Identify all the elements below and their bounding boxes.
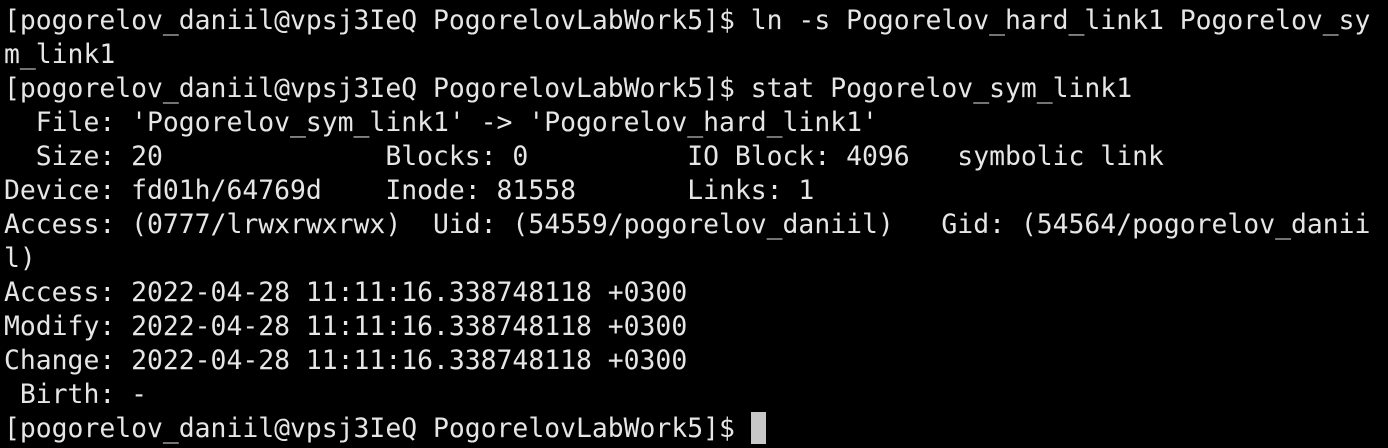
shell-prompt: [pogorelov_daniil@vpsj3IeQ PogorelovLabW… bbox=[4, 413, 751, 444]
terminal-window[interactable]: [pogorelov_daniil@vpsj3IeQ PogorelovLabW… bbox=[0, 0, 1388, 448]
output-line: Change: 2022-04-28 11:11:16.338748118 +0… bbox=[4, 345, 688, 376]
prompt-line[interactable]: [pogorelov_daniil@vpsj3IeQ PogorelovLabW… bbox=[4, 412, 1388, 446]
output-line: Access: (0777/lrwxrwxrwx) Uid: (54559/po… bbox=[4, 209, 1371, 240]
output-line: Device: fd01h/64769d Inode: 81558 Links:… bbox=[4, 175, 815, 206]
output-line: m_link1 bbox=[4, 39, 116, 70]
output-line: Access: 2022-04-28 11:11:16.338748118 +0… bbox=[4, 277, 688, 308]
output-line: [pogorelov_daniil@vpsj3IeQ PogorelovLabW… bbox=[4, 5, 1371, 36]
output-line: [pogorelov_daniil@vpsj3IeQ PogorelovLabW… bbox=[4, 73, 1133, 104]
output-line: l) bbox=[4, 243, 36, 274]
output-line: Size: 20 Blocks: 0 IO Block: 4096 symbol… bbox=[4, 141, 1164, 172]
text-cursor bbox=[750, 412, 766, 444]
output-line: Birth: - bbox=[4, 379, 147, 410]
output-line: File: 'Pogorelov_sym_link1' -> 'Pogorelo… bbox=[4, 107, 878, 138]
output-line: Modify: 2022-04-28 11:11:16.338748118 +0… bbox=[4, 311, 688, 342]
